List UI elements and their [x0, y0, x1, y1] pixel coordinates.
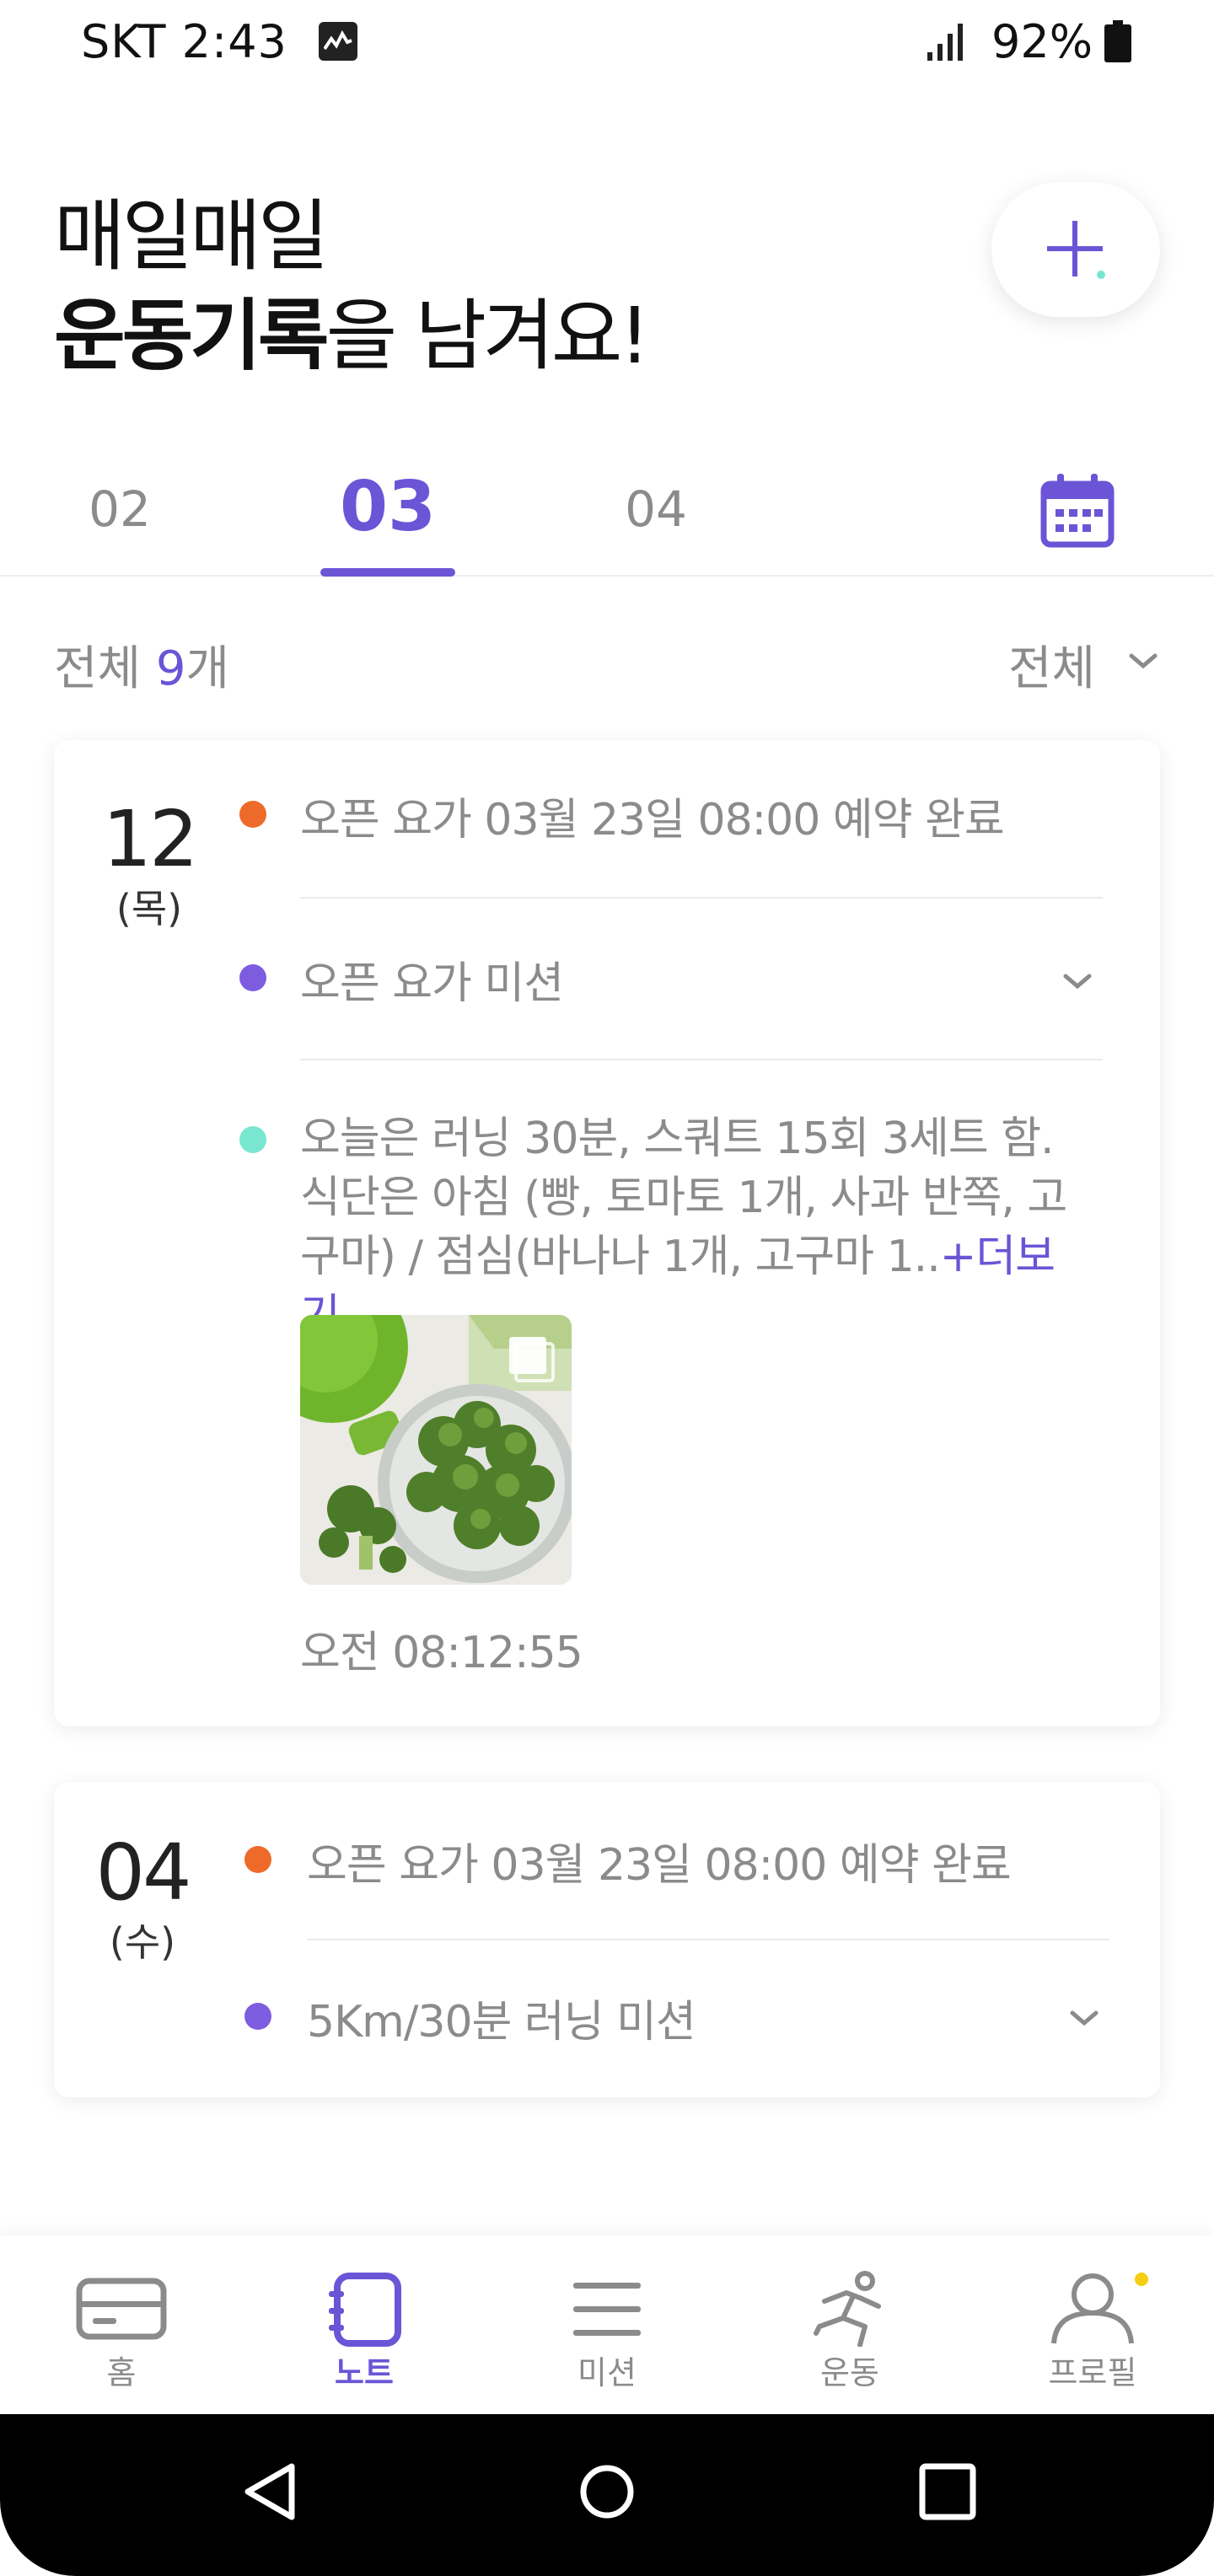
activity-app-icon: [319, 22, 357, 61]
system-navigation-bar: [0, 2414, 1214, 2576]
signal-icon: [927, 24, 963, 61]
chevron-down-icon[interactable]: [1067, 2008, 1101, 2028]
nav-label: 노트: [335, 2354, 394, 2391]
chevron-down-icon[interactable]: [1126, 651, 1160, 671]
title-line-1: 매일매일: [54, 191, 330, 282]
nav-label: 운동: [820, 2354, 879, 2391]
note-icon: [329, 2273, 401, 2347]
memo-dot: [239, 1126, 266, 1153]
battery-icon: [1104, 20, 1131, 62]
reservation-text: 오픈 요가 03월 23일 08:00 예약 완료: [307, 1840, 1012, 1891]
add-record-button[interactable]: [991, 182, 1160, 317]
count-value: 9: [155, 641, 186, 696]
tab-month-03[interactable]: 03: [320, 467, 455, 547]
count-prefix: 전체: [54, 641, 142, 696]
entry-weekday: (목): [115, 886, 183, 931]
reservation-text: 오픈 요가 03월 23일 08:00 예약 완료: [300, 795, 1005, 845]
filter-dropdown[interactable]: 전체: [1008, 631, 1095, 699]
calendar-icon[interactable]: [1039, 472, 1116, 550]
chevron-down-icon[interactable]: [1061, 971, 1094, 991]
menu-icon: [573, 2283, 641, 2336]
nav-label: 홈: [106, 2354, 137, 2391]
title-emphasis: 운동기록: [54, 291, 330, 381]
tab-month-02[interactable]: 02: [52, 480, 187, 538]
entry-card: 04 (수) 오픈 요가 03월 23일 08:00 예약 완료 5Km/30분…: [54, 1782, 1160, 2097]
profile-icon: [1051, 2273, 1134, 2344]
back-icon[interactable]: [241, 2461, 300, 2522]
memo-text: 오늘은 러닝 30분, 스쿼트 15회 3세트 함. 식단은 아침 (빵, 토마…: [300, 1109, 1084, 1345]
recent-apps-icon[interactable]: [917, 2461, 978, 2522]
divider: [300, 1059, 1103, 1060]
home-circle-icon[interactable]: [577, 2461, 637, 2522]
nav-mission[interactable]: 미션: [486, 2235, 728, 2414]
entry-weekday: (수): [109, 1919, 176, 1965]
nav-note[interactable]: 노트: [243, 2235, 486, 2414]
entry-count: 전체 9개: [54, 631, 229, 699]
entry-date: 12: [102, 794, 198, 884]
entry-card: 12 (목) 오픈 요가 03월 23일 08:00 예약 완료 오픈 요가 미…: [54, 740, 1160, 1726]
active-tab-indicator: [320, 568, 455, 577]
count-suffix: 개: [185, 641, 230, 696]
nav-profile[interactable]: 프로필: [971, 2235, 1214, 2414]
page-title: 매일매일 운동기록을 남겨요!: [54, 187, 651, 386]
mission-text[interactable]: 5Km/30분 러닝 미션: [307, 1986, 696, 2049]
notification-badge: [1135, 2273, 1148, 2286]
title-rest: 을 남겨요!: [325, 291, 651, 381]
photo-thumbnail[interactable]: [300, 1315, 572, 1585]
status-bar: SKT 2:43 92%: [0, 0, 1214, 84]
nav-exercise[interactable]: 운동: [728, 2235, 971, 2414]
title-line-2: 운동기록을 남겨요!: [54, 287, 651, 386]
mission-text[interactable]: 오픈 요가 미션: [300, 947, 564, 1011]
bottom-navigation: 홈 노트 미션 운동 프로필: [0, 2235, 1214, 2414]
reservation-dot: [244, 1846, 271, 1873]
nav-label: 미션: [577, 2354, 637, 2391]
mission-dot: [239, 964, 266, 991]
plus-icon: [1047, 221, 1105, 279]
status-time: SKT 2:43: [81, 15, 287, 68]
card-icon: [76, 2278, 167, 2340]
battery-percent: 92%: [991, 15, 1093, 68]
divider: [300, 897, 1103, 899]
entry-time: 오전 08:12:55: [300, 1628, 583, 1678]
running-icon: [814, 2271, 881, 2347]
reservation-dot: [239, 801, 266, 828]
nav-label: 프로필: [1048, 2354, 1137, 2391]
tab-month-04[interactable]: 04: [588, 480, 723, 538]
divider: [307, 1939, 1109, 1940]
mission-dot: [244, 2003, 271, 2030]
nav-home[interactable]: 홈: [0, 2235, 243, 2414]
month-tabs: 02 03 04: [0, 455, 1214, 577]
entry-date: 04: [95, 1827, 191, 1918]
